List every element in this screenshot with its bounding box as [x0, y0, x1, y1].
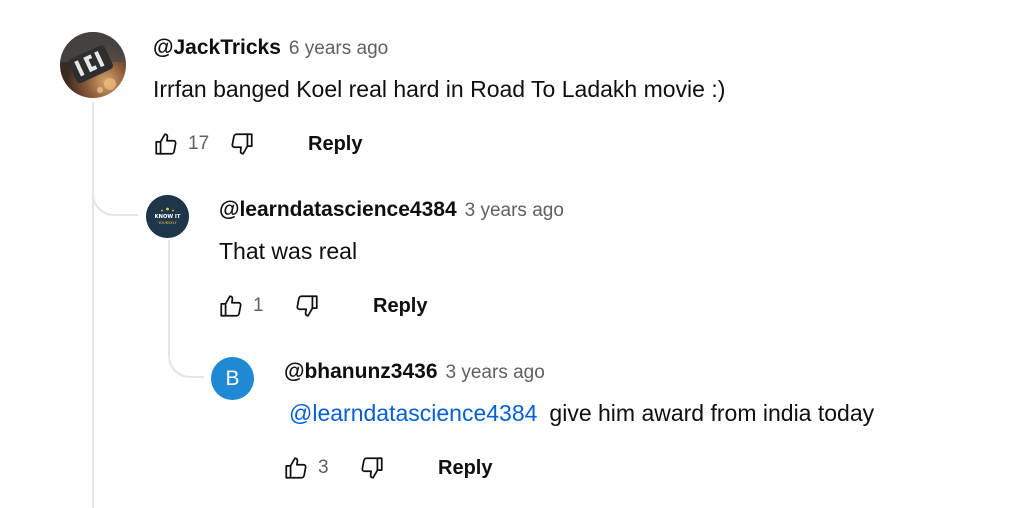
comment-text-content: give him award from india today [549, 400, 875, 426]
comment-actions: 3 Reply [280, 450, 492, 486]
thread-line-reply-1 [168, 240, 170, 340]
thumbs-down-icon [296, 295, 318, 317]
thumbs-up-icon [155, 133, 177, 155]
thread-connector-reply-1 [92, 178, 138, 216]
timestamp[interactable]: 6 years ago [289, 38, 388, 60]
like-count: 17 [188, 133, 210, 154]
comment-actions: 1 Reply [215, 288, 427, 324]
reply-button[interactable]: Reply [308, 133, 362, 156]
comment-text: That was real [219, 238, 358, 264]
reply-button[interactable]: Reply [373, 295, 427, 318]
timestamp[interactable]: 3 years ago [446, 362, 545, 384]
comment-header: @JackTricks 6 years ago [153, 36, 388, 60]
logo-line-2: YOURSELF [158, 221, 177, 225]
thumbs-down-icon [231, 133, 253, 155]
like-button[interactable] [280, 452, 312, 484]
like-button[interactable] [215, 290, 247, 322]
avatar[interactable]: KNOW IT YOURSELF [146, 195, 189, 238]
comment-text: Irrfan banged Koel real hard in Road To … [153, 76, 726, 102]
thread-connector-reply-2 [168, 340, 204, 378]
comment-header: @learndatascience4384 3 years ago [219, 198, 564, 222]
comment-text: @learndatascience4384 give him award from… [289, 400, 874, 427]
author-name[interactable]: @learndatascience4384 [219, 198, 457, 222]
avatar[interactable]: B [211, 357, 254, 400]
thumbs-down-icon [361, 457, 383, 479]
comment-header: @bhanunz3436 3 years ago [284, 360, 545, 384]
like-count: 3 [318, 457, 329, 478]
dislike-button[interactable] [291, 290, 323, 322]
dislike-button[interactable] [356, 452, 388, 484]
thread-line-main [92, 102, 94, 508]
author-name[interactable]: @JackTricks [153, 36, 281, 60]
know-it-yourself-logo-icon: KNOW IT YOURSELF [146, 195, 189, 238]
thumbs-up-icon [285, 457, 307, 479]
avatar[interactable] [60, 32, 126, 98]
avatar-letter: B [225, 366, 240, 390]
like-button[interactable] [150, 128, 182, 160]
timestamp[interactable]: 3 years ago [465, 200, 564, 222]
reply-button[interactable]: Reply [438, 457, 492, 480]
thumbs-up-icon [220, 295, 242, 317]
comment-actions: 17 Reply [150, 126, 362, 162]
like-count: 1 [253, 295, 264, 316]
dislike-button[interactable] [226, 128, 258, 160]
author-name[interactable]: @bhanunz3436 [284, 360, 438, 384]
logo-line-1: KNOW IT [155, 214, 181, 220]
mention-link[interactable]: @learndatascience4384 [289, 400, 537, 426]
profile-photo-icon [60, 32, 126, 98]
